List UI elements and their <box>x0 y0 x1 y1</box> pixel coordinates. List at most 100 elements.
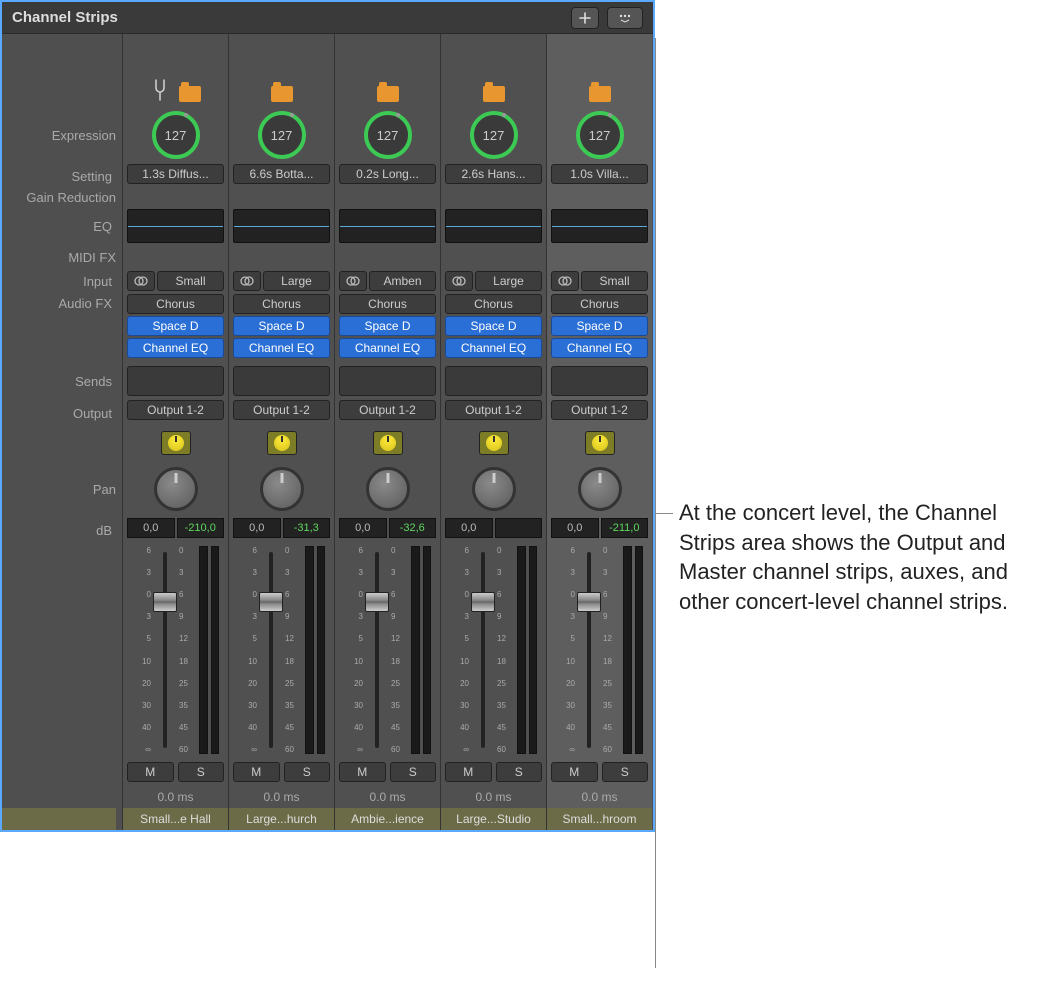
audio-fx-chorus[interactable]: Chorus <box>233 294 330 314</box>
fader-cap[interactable] <box>153 592 177 612</box>
pan-knob[interactable] <box>154 467 198 511</box>
pan-knob[interactable] <box>366 467 410 511</box>
audio-fx-space-d[interactable]: Space D <box>127 316 224 336</box>
indicator-button[interactable] <box>161 431 191 455</box>
fader-cap[interactable] <box>471 592 495 612</box>
folder-icon[interactable] <box>589 86 611 102</box>
channel-strip[interactable]: 127 0.2s Long... Amben Chorus Space D Ch… <box>334 34 440 830</box>
input-slot[interactable]: Large <box>475 271 542 291</box>
expression-knob[interactable]: 127 <box>364 111 412 159</box>
audio-fx-chorus[interactable]: Chorus <box>551 294 648 314</box>
audio-fx-chorus[interactable]: Chorus <box>339 294 436 314</box>
solo-button[interactable]: S <box>496 762 543 782</box>
folder-icon[interactable] <box>271 86 293 102</box>
audio-fx-channel-eq[interactable]: Channel EQ <box>445 338 542 358</box>
more-button[interactable] <box>607 7 643 29</box>
folder-icon[interactable] <box>483 86 505 102</box>
sends-slot[interactable] <box>127 366 224 396</box>
eq-display[interactable] <box>551 209 648 243</box>
eq-display[interactable] <box>339 209 436 243</box>
input-format-button[interactable] <box>551 271 579 291</box>
audio-fx-space-d[interactable]: Space D <box>445 316 542 336</box>
fader-cap[interactable] <box>365 592 389 612</box>
db-value-left[interactable]: 0,0 <box>445 518 493 538</box>
eq-display[interactable] <box>127 209 224 243</box>
expression-knob[interactable]: 127 <box>152 111 200 159</box>
db-value-left[interactable]: 0,0 <box>127 518 175 538</box>
strip-name[interactable]: Ambie...ience <box>335 808 440 830</box>
input-slot[interactable]: Small <box>581 271 648 291</box>
solo-button[interactable]: S <box>284 762 331 782</box>
audio-fx-chorus[interactable]: Chorus <box>127 294 224 314</box>
indicator-button[interactable] <box>479 431 509 455</box>
input-slot[interactable]: Small <box>157 271 224 291</box>
input-format-button[interactable] <box>233 271 261 291</box>
audio-fx-chorus[interactable]: Chorus <box>445 294 542 314</box>
mute-button[interactable]: M <box>127 762 174 782</box>
add-button[interactable] <box>571 7 599 29</box>
setting-slot[interactable]: 2.6s Hans... <box>445 164 542 184</box>
tuning-fork-icon[interactable] <box>151 78 169 102</box>
mute-button[interactable]: M <box>445 762 492 782</box>
audio-fx-channel-eq[interactable]: Channel EQ <box>339 338 436 358</box>
fader-cap[interactable] <box>259 592 283 612</box>
fader-track[interactable] <box>259 546 283 754</box>
audio-fx-channel-eq[interactable]: Channel EQ <box>233 338 330 358</box>
db-value-right[interactable] <box>495 518 543 538</box>
expression-knob[interactable]: 127 <box>470 111 518 159</box>
setting-slot[interactable]: 0.2s Long... <box>339 164 436 184</box>
db-value-right[interactable]: -210,0 <box>177 518 225 538</box>
eq-display[interactable] <box>445 209 542 243</box>
fader-track[interactable] <box>471 546 495 754</box>
pan-knob[interactable] <box>578 467 622 511</box>
db-value-right[interactable]: -31,3 <box>283 518 331 538</box>
mute-button[interactable]: M <box>233 762 280 782</box>
channel-strip[interactable]: 127 2.6s Hans... Large Chorus Space D Ch… <box>440 34 546 830</box>
db-value-left[interactable]: 0,0 <box>339 518 387 538</box>
folder-icon[interactable] <box>377 86 399 102</box>
setting-slot[interactable]: 1.3s Diffus... <box>127 164 224 184</box>
db-value-right[interactable]: -211,0 <box>601 518 649 538</box>
channel-strip[interactable]: 127 1.3s Diffus... Small Chorus Space D … <box>122 34 228 830</box>
output-slot[interactable]: Output 1-2 <box>445 400 542 420</box>
input-slot[interactable]: Amben <box>369 271 436 291</box>
input-format-button[interactable] <box>445 271 473 291</box>
input-slot[interactable]: Large <box>263 271 330 291</box>
audio-fx-channel-eq[interactable]: Channel EQ <box>551 338 648 358</box>
output-slot[interactable]: Output 1-2 <box>339 400 436 420</box>
channel-strip[interactable]: 127 6.6s Botta... Large Chorus Space D C… <box>228 34 334 830</box>
indicator-button[interactable] <box>373 431 403 455</box>
indicator-button[interactable] <box>585 431 615 455</box>
fader-track[interactable] <box>365 546 389 754</box>
sends-slot[interactable] <box>445 366 542 396</box>
fader-cap[interactable] <box>577 592 601 612</box>
eq-display[interactable] <box>233 209 330 243</box>
output-slot[interactable]: Output 1-2 <box>233 400 330 420</box>
db-value-left[interactable]: 0,0 <box>233 518 281 538</box>
strip-name[interactable]: Large...hurch <box>229 808 334 830</box>
strip-name[interactable]: Small...e Hall <box>123 808 228 830</box>
input-format-button[interactable] <box>339 271 367 291</box>
sends-slot[interactable] <box>339 366 436 396</box>
fader-track[interactable] <box>153 546 177 754</box>
output-slot[interactable]: Output 1-2 <box>127 400 224 420</box>
output-slot[interactable]: Output 1-2 <box>551 400 648 420</box>
audio-fx-space-d[interactable]: Space D <box>339 316 436 336</box>
audio-fx-space-d[interactable]: Space D <box>233 316 330 336</box>
expression-knob[interactable]: 127 <box>258 111 306 159</box>
sends-slot[interactable] <box>233 366 330 396</box>
sends-slot[interactable] <box>551 366 648 396</box>
folder-icon[interactable] <box>179 86 201 102</box>
db-value-left[interactable]: 0,0 <box>551 518 599 538</box>
fader-track[interactable] <box>577 546 601 754</box>
audio-fx-space-d[interactable]: Space D <box>551 316 648 336</box>
audio-fx-channel-eq[interactable]: Channel EQ <box>127 338 224 358</box>
setting-slot[interactable]: 1.0s Villa... <box>551 164 648 184</box>
input-format-button[interactable] <box>127 271 155 291</box>
strip-name[interactable]: Small...hroom <box>547 808 652 830</box>
mute-button[interactable]: M <box>551 762 598 782</box>
db-value-right[interactable]: -32,6 <box>389 518 437 538</box>
strip-name[interactable]: Large...Studio <box>441 808 546 830</box>
channel-strip[interactable]: 127 1.0s Villa... Small Chorus Space D C… <box>546 34 652 830</box>
solo-button[interactable]: S <box>178 762 225 782</box>
